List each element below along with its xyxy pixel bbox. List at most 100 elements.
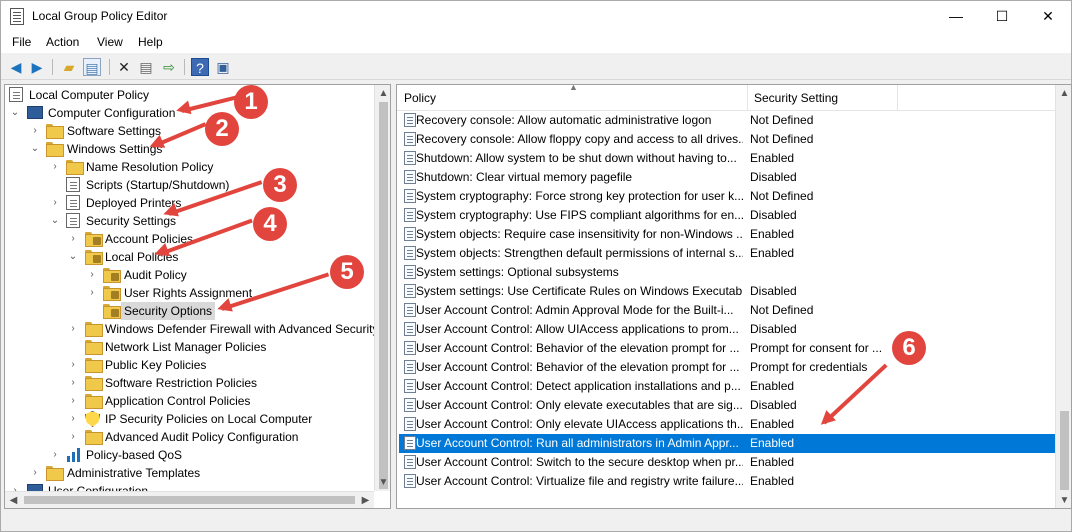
chevron-right-icon[interactable]: › xyxy=(50,194,60,212)
policy-row[interactable]: User Account Control: Behavior of the el… xyxy=(399,339,1071,358)
policy-name: User Account Control: Detect application… xyxy=(416,379,741,393)
policy-row[interactable]: Shutdown: Allow system to be shut down w… xyxy=(399,149,1071,168)
menu-help[interactable]: Help xyxy=(138,35,163,49)
policy-icon xyxy=(404,246,416,260)
policy-row[interactable]: User Account Control: Only elevate execu… xyxy=(399,396,1071,415)
chevron-down-icon[interactable]: ⌄ xyxy=(10,104,20,122)
delete-icon[interactable]: ✕ xyxy=(115,58,133,76)
forward-arrow-icon[interactable]: ▶ xyxy=(28,58,46,76)
security-setting-value: Enabled xyxy=(750,455,795,469)
back-arrow-icon[interactable]: ◀ xyxy=(7,58,25,76)
policy-row[interactable]: System cryptography: Force strong key pr… xyxy=(399,187,1071,206)
scroll-left-icon[interactable]: ◀ xyxy=(5,492,22,508)
policy-icon xyxy=(404,170,416,184)
security-setting-value: Disabled xyxy=(750,170,797,184)
tree-label: Audit Policy xyxy=(124,268,187,282)
maximize-button[interactable]: ☐ xyxy=(979,1,1025,32)
column-divider[interactable] xyxy=(747,85,748,111)
tree-label: Computer Configuration xyxy=(48,106,176,120)
help-icon[interactable]: ? xyxy=(191,58,209,76)
locked-folder-icon xyxy=(103,286,121,301)
menu-action[interactable]: Action xyxy=(46,35,79,49)
close-button[interactable]: ✕ xyxy=(1025,1,1071,32)
scroll-down-icon[interactable]: ▼ xyxy=(375,474,390,491)
locked-folder-icon xyxy=(85,232,103,247)
chevron-right-icon[interactable]: › xyxy=(50,158,60,176)
chevron-right-icon[interactable]: › xyxy=(30,464,40,482)
policy-row[interactable]: User Account Control: Allow UIAccess app… xyxy=(399,320,1071,339)
chevron-right-icon[interactable]: › xyxy=(87,284,97,302)
chevron-right-icon[interactable]: › xyxy=(68,320,78,338)
chevron-right-icon[interactable]: › xyxy=(30,122,40,140)
policy-row[interactable]: Shutdown: Clear virtual memory pagefile … xyxy=(399,168,1071,187)
tree-vertical-scroll-thumb[interactable] xyxy=(379,102,388,489)
scroll-up-icon[interactable]: ▲ xyxy=(375,85,390,102)
menu-file[interactable]: File xyxy=(12,35,31,49)
security-setting-value: Prompt for consent for ... xyxy=(750,341,883,355)
column-divider[interactable] xyxy=(897,85,898,111)
chevron-down-icon[interactable]: ⌄ xyxy=(50,212,60,230)
tree-vertical-scrollbar[interactable]: ▲ ▼ xyxy=(374,85,390,491)
policy-row[interactable]: User Account Control: Detect application… xyxy=(399,377,1071,396)
minimize-button[interactable]: — xyxy=(933,1,979,32)
chevron-right-icon[interactable]: › xyxy=(50,446,60,464)
policy-vertical-scrollbar[interactable]: ▲ ▼ xyxy=(1055,85,1071,508)
chevron-right-icon[interactable]: › xyxy=(68,356,78,374)
printer-icon xyxy=(66,195,80,210)
policy-name: User Account Control: Switch to the secu… xyxy=(416,455,743,469)
policy-row[interactable]: System settings: Use Certificate Rules o… xyxy=(399,282,1071,301)
policy-row[interactable]: User Account Control: Virtualize file an… xyxy=(399,472,1071,491)
scroll-right-icon[interactable]: ▶ xyxy=(357,492,374,508)
show-hide-tree-icon[interactable]: ▤ xyxy=(83,58,101,76)
scroll-down-icon[interactable]: ▼ xyxy=(1056,492,1071,508)
chevron-right-icon[interactable]: › xyxy=(68,374,78,392)
chevron-down-icon[interactable]: ⌄ xyxy=(30,140,40,158)
policy-list-pane[interactable]: Policy ▲ Security Setting Recovery conso… xyxy=(396,84,1072,509)
policy-row[interactable]: System cryptography: Use FIPS compliant … xyxy=(399,206,1071,225)
policy-icon xyxy=(404,474,416,488)
folder-icon xyxy=(46,466,64,481)
policy-row[interactable]: User Account Control: Switch to the secu… xyxy=(399,453,1071,472)
policy-table-header: Policy ▲ Security Setting xyxy=(397,85,1056,111)
chevron-right-icon[interactable]: › xyxy=(68,410,78,428)
folder-up-icon[interactable]: ▰ xyxy=(60,58,78,76)
console-icon[interactable]: ▣ xyxy=(214,58,232,76)
tree-horizontal-scrollbar[interactable]: ◀ ▶ xyxy=(5,491,374,508)
tree-horizontal-scroll-thumb[interactable] xyxy=(24,496,355,504)
policy-row[interactable]: User Account Control: Behavior of the el… xyxy=(399,358,1071,377)
locked-folder-icon xyxy=(85,250,103,265)
policy-row[interactable]: System settings: Optional subsystems xyxy=(399,263,1071,282)
policy-row[interactable]: System objects: Strengthen default permi… xyxy=(399,244,1071,263)
chevron-right-icon[interactable]: › xyxy=(68,230,78,248)
bar-chart-bar xyxy=(77,448,80,462)
policy-row[interactable]: Recovery console: Allow automatic admini… xyxy=(399,111,1071,130)
chevron-right-icon[interactable]: › xyxy=(87,266,97,284)
chevron-right-icon[interactable]: › xyxy=(68,428,78,446)
policy-row[interactable]: System objects: Require case insensitivi… xyxy=(399,225,1071,244)
tree-label: Scripts (Startup/Shutdown) xyxy=(86,178,230,192)
folder-icon xyxy=(46,142,64,157)
security-setting-value: Enabled xyxy=(750,227,795,241)
policy-row[interactable]: Recovery console: Allow floppy copy and … xyxy=(399,130,1071,149)
console-tree-pane[interactable]: Local Computer Policy ⌄ Computer Configu… xyxy=(4,84,391,509)
lock-icon xyxy=(111,309,119,317)
security-setting-column-header[interactable]: Security Setting xyxy=(754,91,838,105)
policy-icon xyxy=(404,341,416,355)
selected-policy-row[interactable]: User Account Control: Run all administra… xyxy=(399,434,1071,453)
policy-icon xyxy=(404,398,416,412)
script-icon xyxy=(66,177,80,192)
folder-icon xyxy=(85,376,103,391)
bar-chart-icon xyxy=(66,448,82,462)
policy-name: Recovery console: Allow automatic admini… xyxy=(416,113,712,127)
policy-vertical-scroll-thumb[interactable] xyxy=(1060,411,1069,490)
policy-row[interactable]: User Account Control: Admin Approval Mod… xyxy=(399,301,1071,320)
chevron-down-icon[interactable]: ⌄ xyxy=(68,248,78,266)
menu-view[interactable]: View xyxy=(97,35,123,49)
policy-column-header[interactable]: Policy xyxy=(404,91,436,105)
policy-row[interactable]: User Account Control: Only elevate UIAcc… xyxy=(399,415,1071,434)
scroll-up-icon[interactable]: ▲ xyxy=(1056,85,1071,102)
properties-icon[interactable]: ▤ xyxy=(137,58,155,76)
chevron-right-icon[interactable]: › xyxy=(68,392,78,410)
policy-icon xyxy=(404,113,416,127)
export-list-icon[interactable]: ⇨ xyxy=(160,58,178,76)
